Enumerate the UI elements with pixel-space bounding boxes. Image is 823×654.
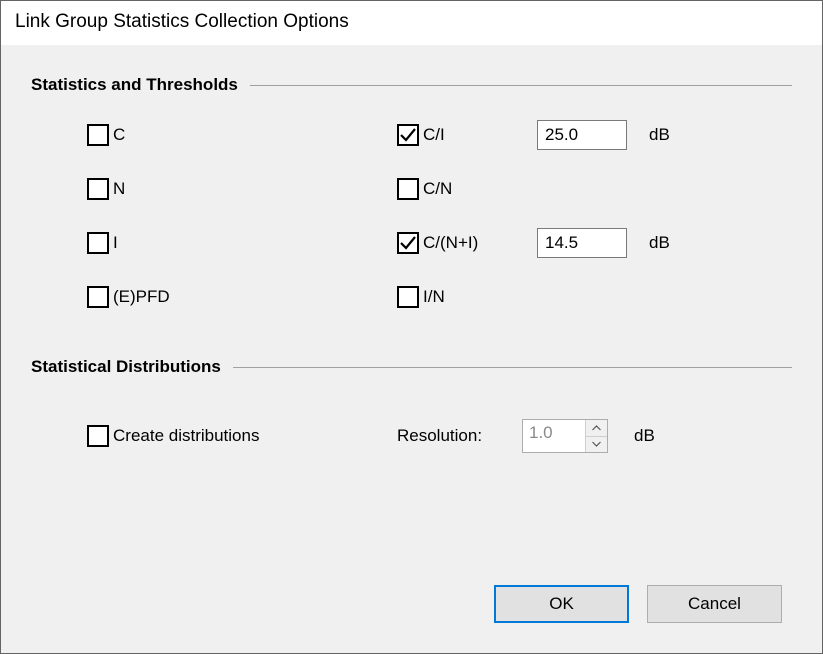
label-epfd: (E)PFD (113, 287, 170, 307)
dialog-title: Link Group Statistics Collection Options (1, 1, 822, 45)
section-divider (250, 85, 792, 86)
label-cni: C/(N+I) (423, 233, 478, 253)
dialog-window: Link Group Statistics Collection Options… (0, 0, 823, 654)
label-c: C (113, 125, 125, 145)
label-in: I/N (423, 287, 445, 307)
spinner-down-button[interactable] (586, 437, 607, 453)
stats-grid: C C/I dB N (87, 119, 772, 313)
dist-row: Create distributions Resolution: 1.0 dB (87, 419, 772, 453)
checkbox-c[interactable] (87, 124, 109, 146)
checkbox-cni[interactable] (397, 232, 419, 254)
label-resolution: Resolution: (397, 426, 522, 446)
checkbox-ci[interactable] (397, 124, 419, 146)
ok-button[interactable]: OK (494, 585, 629, 623)
checkbox-n[interactable] (87, 178, 109, 200)
checkbox-in[interactable] (397, 286, 419, 308)
unit-cni: dB (649, 233, 677, 253)
section-title-dist: Statistical Distributions (31, 357, 221, 377)
cancel-button[interactable]: Cancel (647, 585, 782, 623)
section-divider (233, 367, 792, 368)
checkbox-i[interactable] (87, 232, 109, 254)
input-ci-threshold[interactable] (537, 120, 627, 150)
button-row: OK Cancel (31, 565, 792, 633)
label-create-distributions: Create distributions (113, 426, 259, 446)
checkbox-create-distributions[interactable] (87, 425, 109, 447)
spinner-buttons (585, 420, 607, 452)
checkmark-icon (399, 126, 417, 144)
label-ci: C/I (423, 125, 445, 145)
resolution-value: 1.0 (523, 420, 585, 452)
section-header-stats: Statistics and Thresholds (31, 75, 792, 95)
unit-ci: dB (649, 125, 677, 145)
input-cni-threshold[interactable] (537, 228, 627, 258)
unit-resolution: dB (634, 426, 662, 446)
spinner-up-button[interactable] (586, 420, 607, 437)
checkbox-cn[interactable] (397, 178, 419, 200)
checkmark-icon (399, 234, 417, 252)
resolution-spinner[interactable]: 1.0 (522, 419, 608, 453)
chevron-up-icon (592, 425, 601, 431)
chevron-down-icon (592, 441, 601, 447)
section-title-stats: Statistics and Thresholds (31, 75, 238, 95)
label-n: N (113, 179, 125, 199)
checkbox-epfd[interactable] (87, 286, 109, 308)
dialog-content: Statistics and Thresholds C C/I (1, 45, 822, 653)
section-header-dist: Statistical Distributions (31, 357, 792, 377)
label-i: I (113, 233, 118, 253)
label-cn: C/N (423, 179, 452, 199)
